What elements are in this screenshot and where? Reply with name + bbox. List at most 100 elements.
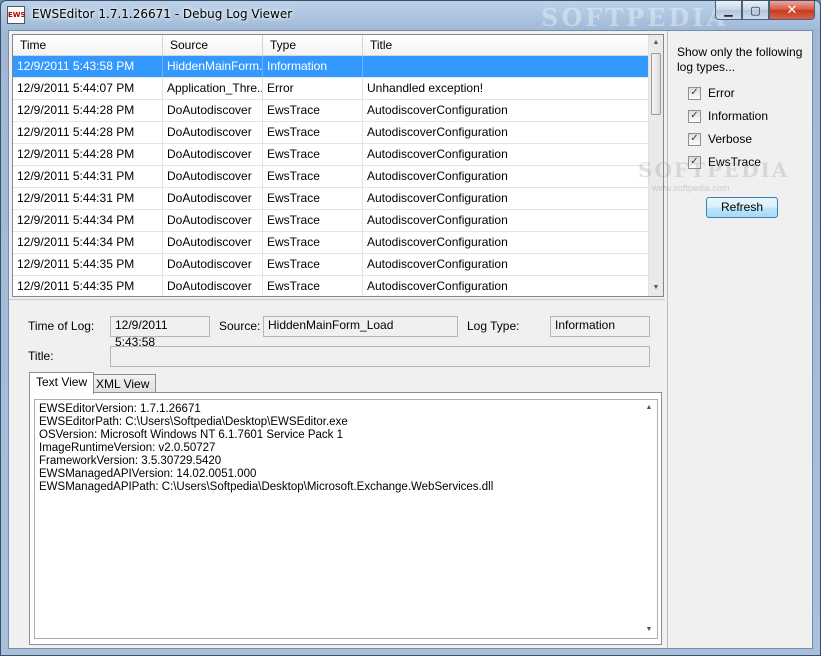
cell-type: Information [263,56,363,77]
close-button[interactable]: ✕ [769,1,815,20]
watermark-text: SOFTPEDIA [541,3,729,32]
checkbox-label: Error [708,86,735,100]
log-line: FrameworkVersion: 3.5.30729.5420 [39,455,222,467]
cell-source: DoAutodiscover [163,122,263,143]
cell-time: 12/9/2011 5:44:35 PM [13,276,163,296]
grid-header: Time Source Type Title [13,35,649,56]
cell-time: 12/9/2011 5:44:35 PM [13,254,163,275]
log-grid[interactable]: Time Source Type Title 12/9/2011 5:43:58… [12,34,664,297]
cell-source: DoAutodiscover [163,232,263,253]
cell-type: EwsTrace [263,122,363,143]
cell-type: EwsTrace [263,254,363,275]
scroll-up-icon[interactable]: ▲ [641,400,657,416]
watermark-url: www.softpedia.com [652,183,730,193]
source-field[interactable]: HiddenMainForm_Load [263,316,458,337]
table-row[interactable]: 12/9/2011 5:44:28 PM DoAutodiscover EwsTra… [13,100,649,122]
cell-time: 12/9/2011 5:44:28 PM [13,122,163,143]
close-icon: ✕ [786,2,798,18]
scroll-up-icon[interactable]: ▲ [649,35,663,51]
caption-buttons: ▁ ▢ ✕ [715,1,815,21]
cell-source: DoAutodiscover [163,210,263,231]
checkbox-check-icon[interactable]: ✓ [688,86,701,100]
log-line: OSVersion: Microsoft Windows NT 6.1.7601… [39,429,344,441]
time-of-log-field[interactable]: 12/9/2011 5:43:58 [110,316,210,349]
text-scrollbar[interactable]: ▲ ▼ [641,400,657,638]
tab-text-view[interactable]: Text View [29,372,95,394]
cell-time: 12/9/2011 5:44:34 PM [13,232,163,253]
scroll-down-icon[interactable]: ▼ [641,622,657,638]
cell-type: Error [263,78,363,99]
cell-source: HiddenMainForm... [163,56,263,77]
table-row[interactable]: 12/9/2011 5:43:58 PM HiddenMainForm... Inf… [13,56,649,78]
filter-information-checkbox[interactable]: ✓ Information [688,109,768,123]
cell-title: AutodiscoverConfiguration [363,276,649,296]
table-row[interactable]: 12/9/2011 5:44:28 PM DoAutodiscover EwsTra… [13,144,649,166]
cell-title: AutodiscoverConfiguration [363,254,649,275]
maximize-button[interactable]: ▢ [742,1,769,20]
cell-type: EwsTrace [263,188,363,209]
log-type-label: Log Type: [467,319,520,333]
cell-title: AutodiscoverConfiguration [363,188,649,209]
cell-source: DoAutodiscover [163,144,263,165]
column-header-source[interactable]: Source [163,35,263,55]
log-type-field[interactable]: Information [550,316,650,337]
cell-type: EwsTrace [263,210,363,231]
minimize-button[interactable]: ▁ [715,1,742,20]
log-line: EWSEditorVersion: 1.7.1.26671 [39,403,201,415]
column-header-type[interactable]: Type [263,35,363,55]
checkbox-label: Verbose [708,132,753,146]
filter-error-checkbox[interactable]: ✓ Error [688,86,735,100]
ews-app-icon[interactable]: EWS [7,6,26,24]
log-line: EWSEditorPath: C:\Users\Softpedia\Deskto… [39,416,348,428]
tab-panel: EWSEditorVersion: 1.7.1.26671 EWSEditorPa… [29,392,662,645]
time-of-log-label: Time of Log: [28,319,95,333]
scroll-down-icon[interactable]: ▼ [649,280,663,296]
column-header-time[interactable]: Time [13,35,163,55]
table-row[interactable]: 12/9/2011 5:44:34 PM DoAutodiscover EwsTra… [13,232,649,254]
cell-title [363,56,649,77]
cell-source: DoAutodiscover [163,100,263,121]
cell-time: 12/9/2011 5:44:34 PM [13,210,163,231]
scroll-thumb[interactable] [651,53,661,115]
checkbox-check-icon[interactable]: ✓ [688,109,701,123]
cell-type: EwsTrace [263,276,363,296]
cell-source: DoAutodiscover [163,254,263,275]
cell-time: 12/9/2011 5:44:31 PM [13,188,163,209]
tab-xml-view[interactable]: XML View [89,374,157,394]
filter-verbose-checkbox[interactable]: ✓ Verbose [688,132,752,146]
cell-type: EwsTrace [263,144,363,165]
table-row[interactable]: 12/9/2011 5:44:31 PM DoAutodiscover EwsTra… [13,166,649,188]
table-row[interactable]: 12/9/2011 5:44:28 PM DoAutodiscover EwsTra… [13,122,649,144]
cell-source: DoAutodiscover [163,276,263,296]
cell-time: 12/9/2011 5:44:07 PM [13,78,163,99]
source-label: Source: [219,319,261,333]
table-row[interactable]: 12/9/2011 5:44:35 PM DoAutodiscover EwsTra… [13,276,649,296]
cell-title: AutodiscoverConfiguration [363,210,649,231]
maximize-icon: ▢ [750,3,761,17]
log-text-area[interactable]: EWSEditorVersion: 1.7.1.26671 EWSEditorPa… [34,399,658,639]
table-row[interactable]: 12/9/2011 5:44:07 PM Application_Thre... E… [13,78,649,100]
column-header-title[interactable]: Title [363,35,649,55]
cell-time: 12/9/2011 5:44:28 PM [13,144,163,165]
table-row[interactable]: 12/9/2011 5:44:35 PM DoAutodiscover EwsTra… [13,254,649,276]
filter-panel: Show only the following log types... ✓ Er… [638,31,812,648]
title-bar[interactable]: EWS EWSEditor 1.7.1.26671 - Debug Log Vi… [1,1,820,32]
window-title: EWSEditor 1.7.1.26671 - Debug Log Viewer [32,7,293,21]
table-row[interactable]: 12/9/2011 5:44:34 PM DoAutodiscover EwsTra… [13,210,649,232]
splitter[interactable] [9,299,665,303]
table-row[interactable]: 12/9/2011 5:44:31 PM DoAutodiscover EwsTra… [13,188,649,210]
log-line: ImageRuntimeVersion: v2.0.50727 [39,442,216,454]
cell-source: Application_Thre... [163,78,263,99]
checkbox-check-icon[interactable]: ✓ [688,132,701,146]
cell-time: 12/9/2011 5:43:58 PM [13,56,163,77]
cell-source: DoAutodiscover [163,166,263,187]
minimize-icon: ▁ [724,3,733,17]
cell-time: 12/9/2011 5:44:31 PM [13,166,163,187]
client-area: Time Source Type Title 12/9/2011 5:43:58… [8,30,813,649]
title-field[interactable] [110,346,650,367]
cell-time: 12/9/2011 5:44:28 PM [13,100,163,121]
cell-title: AutodiscoverConfiguration [363,166,649,187]
refresh-button[interactable]: Refresh [706,197,778,218]
cell-title: AutodiscoverConfiguration [363,122,649,143]
watermark-side: SOFTPEDIA [638,158,790,182]
